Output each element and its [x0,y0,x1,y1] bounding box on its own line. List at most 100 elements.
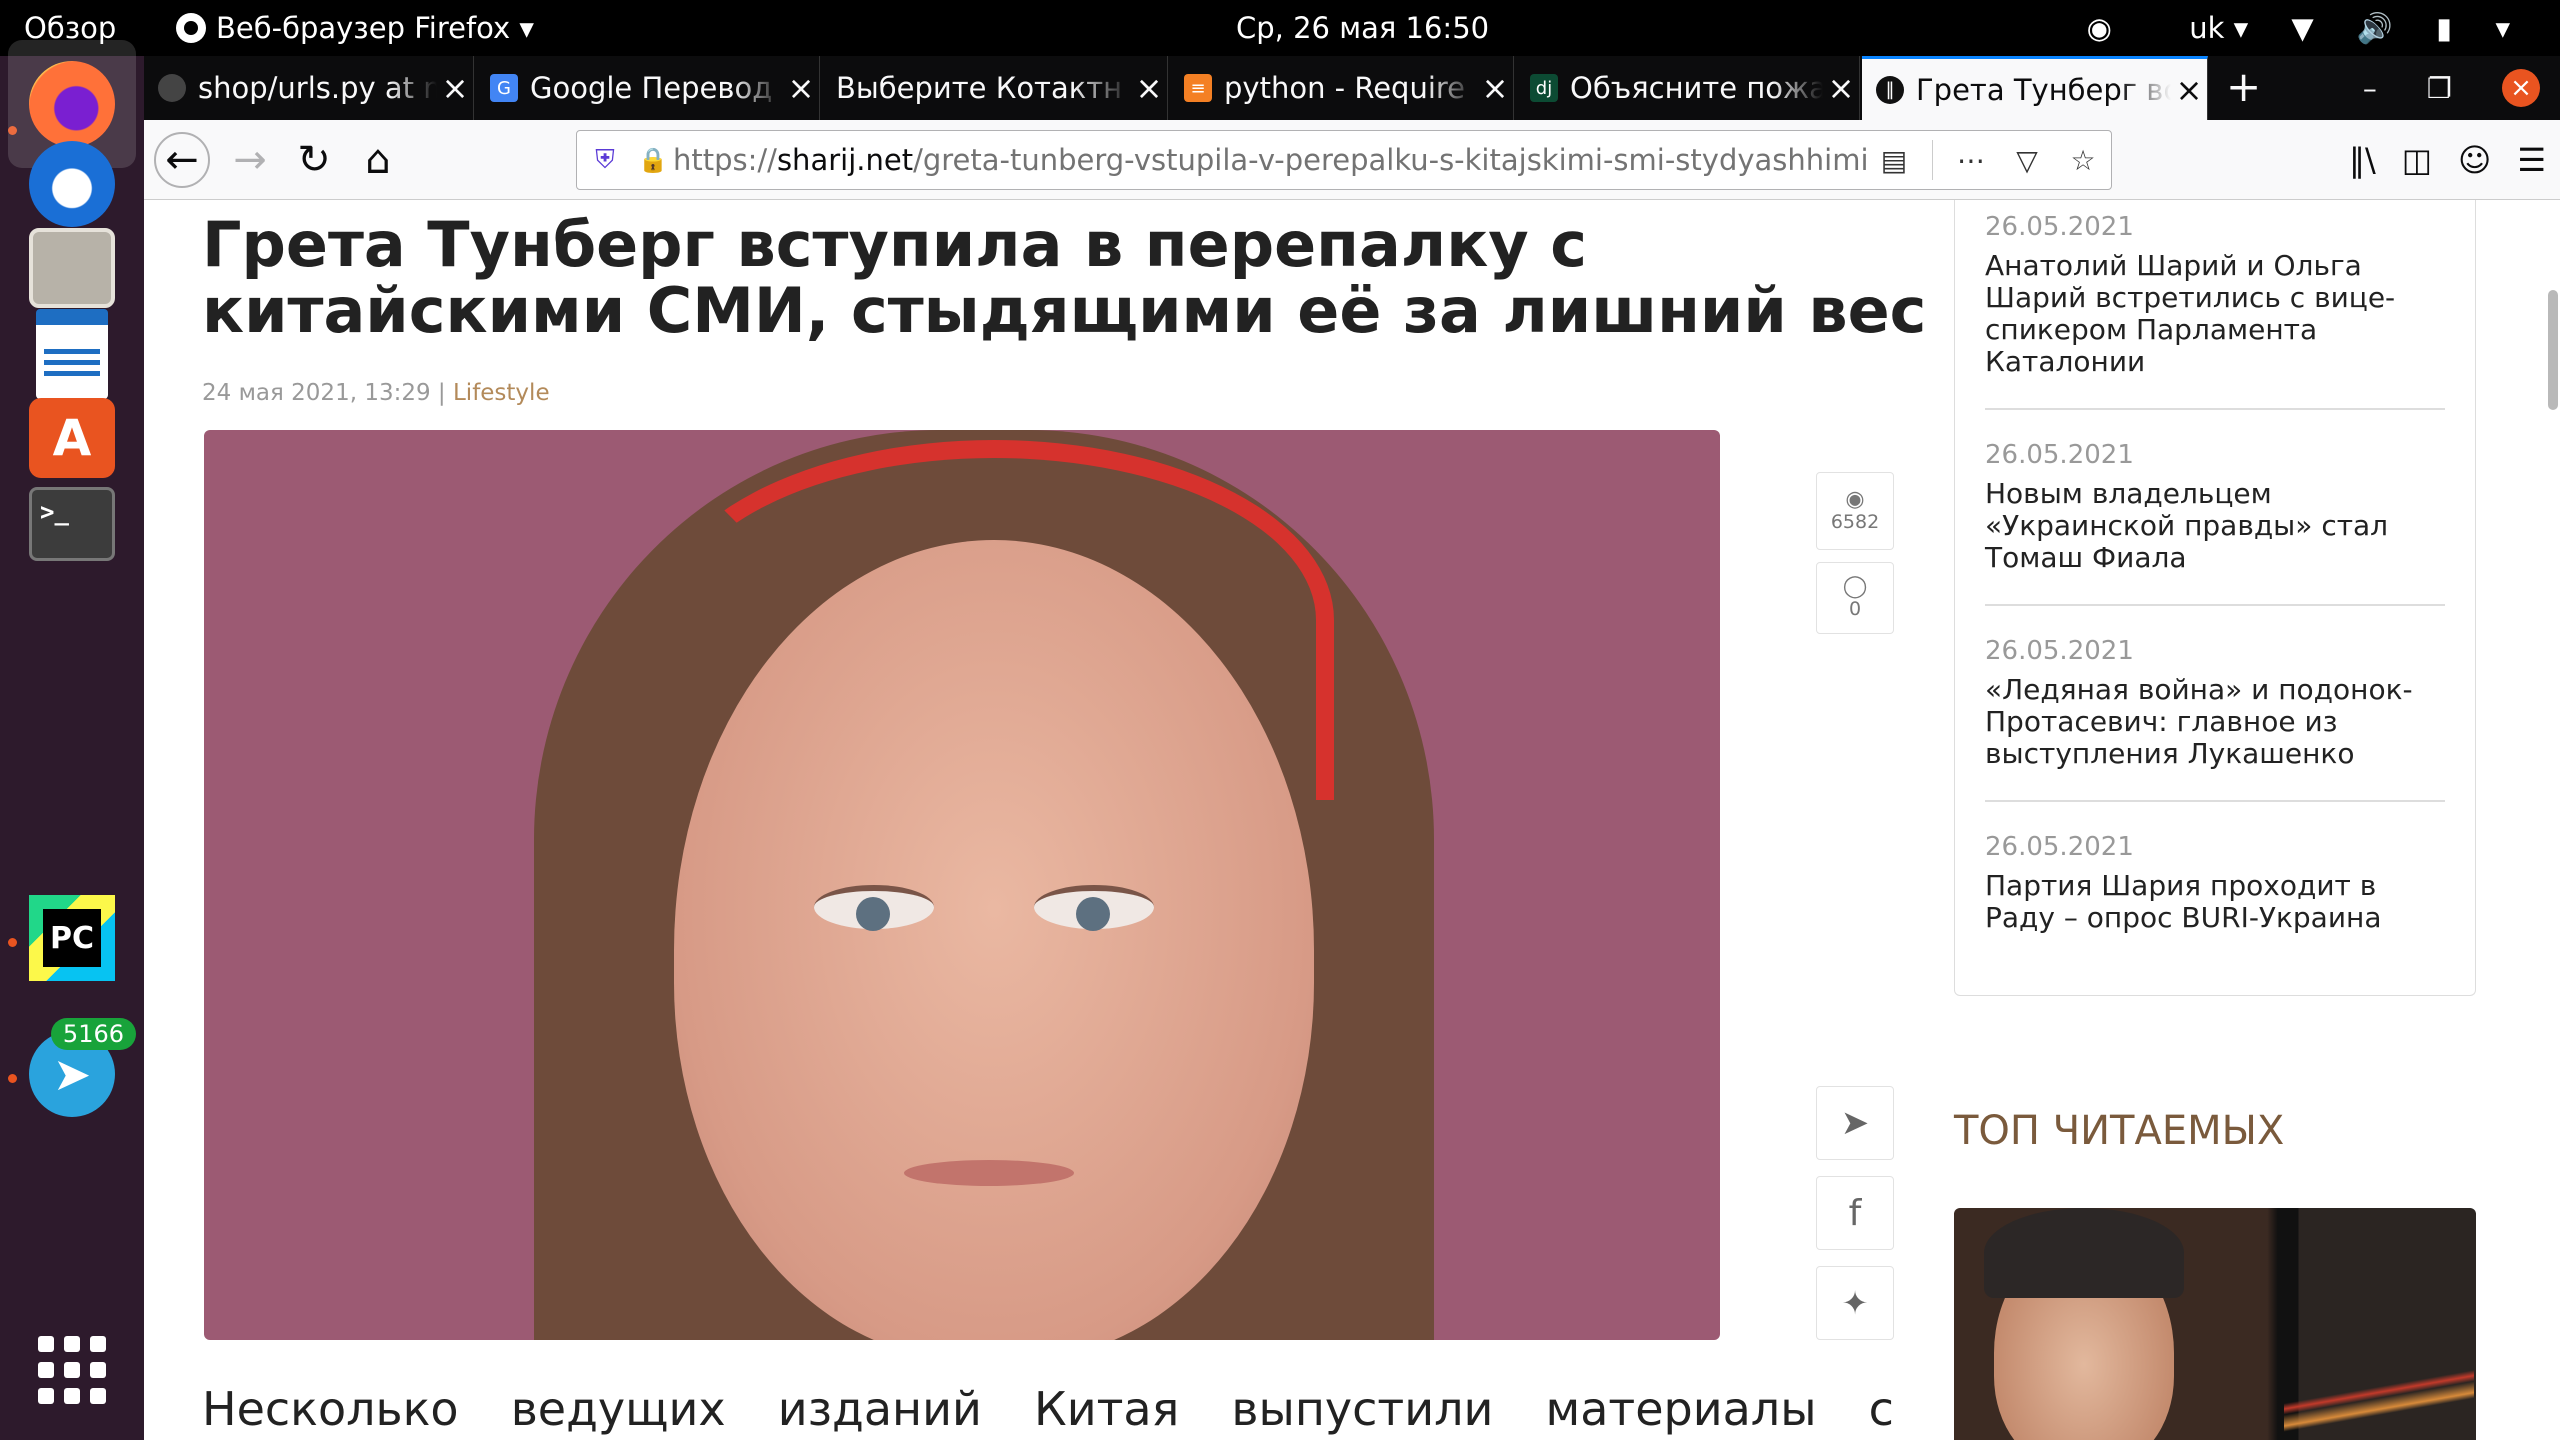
close-tab-icon[interactable]: × [1823,69,1859,107]
comments-counter[interactable]: ◯ 0 [1816,562,1894,634]
top-read-heading: ТОП ЧИТАЕМЫХ [1954,1108,2285,1154]
show-applications-icon[interactable] [38,1336,106,1404]
maximize-icon[interactable]: ❐ [2427,72,2452,105]
wifi-icon[interactable]: ▼ [2291,11,2313,45]
facebook-icon: f [1848,1192,1862,1234]
tab-greta-article[interactable]: ‖ Грета Тунберг вс × [1862,56,2208,120]
files-icon [29,228,115,308]
views-count: 6582 [1830,511,1880,533]
dock-pycharm[interactable]: PC [24,890,120,986]
close-tab-icon[interactable]: × [437,69,473,107]
system-menu-chevron-icon[interactable]: ▾ [2495,11,2510,45]
web-page: Грета Тунберг вступила в перепалку с кит… [144,200,2560,1440]
keyboard-layout-label: uk [2189,11,2225,45]
close-tab-icon[interactable]: × [2171,71,2207,109]
top-read-image[interactable] [1954,1208,2476,1440]
back-button[interactable]: ← [154,132,210,188]
news-title[interactable]: Анатолий Шарий и Ольга Шарий встретились… [1985,250,2445,378]
article-headline: Грета Тунберг вступила в перепалку с кит… [202,208,1927,347]
github-icon [158,74,186,102]
share-telegram-button[interactable]: ➤ [1816,1086,1894,1160]
news-title[interactable]: Новым владельцем «Украинской правды» ста… [1985,478,2445,574]
tab-shop-urls[interactable]: shop/urls.py at m × [144,56,474,120]
menu-icon[interactable]: ☰ [2517,141,2546,179]
page-scrollbar[interactable] [2548,290,2558,410]
dock: A >_ PC ➤ 5166 [0,40,144,1440]
dock-writer[interactable] [24,306,120,402]
app-menu[interactable]: Веб-браузер Firefox ▾ [176,0,534,56]
news-item[interactable]: 26.05.2021 Партия Шария проходит в Раду … [1985,832,2445,934]
minimize-icon[interactable]: – [2363,72,2377,105]
share-twitter-button[interactable]: ✦ [1816,1266,1894,1340]
news-item[interactable]: 26.05.2021 Новым владельцем «Украинской … [1985,440,2445,606]
volume-icon[interactable]: 🔊 [2357,11,2393,45]
close-window-icon[interactable]: × [2502,69,2540,107]
article-lead-paragraph: Несколько ведущих изданий Китая выпустил… [202,1382,1894,1436]
tracking-protection-icon[interactable]: ⛨ [577,145,633,176]
chevron-down-icon: ▾ [519,11,534,45]
writer-icon [36,309,108,399]
article-category-link[interactable]: Lifestyle [453,380,550,406]
article-date: 24 мая 2021, 13:29 [202,380,431,406]
navigation-toolbar: ← → ↻ ⌂ ⛨ 🔒 https://sharij.net/greta-tun… [144,120,2560,200]
news-title[interactable]: «Ледяная война» и подонок-Протасевич: гл… [1985,674,2445,770]
url-scheme: https:// [673,143,777,177]
eye-icon: ◉ [1845,487,1865,512]
url-host: sharij.net [776,143,914,177]
firefox-icon [176,13,206,43]
dock-terminal[interactable]: >_ [24,476,120,572]
forward-button[interactable]: → [222,132,278,188]
home-button[interactable]: ⌂ [350,132,406,188]
url-bar[interactable]: ⛨ 🔒 https://sharij.net/greta-tunberg-vst… [576,130,2112,190]
page-actions-icon[interactable]: ⋯ [1943,144,1999,177]
window-controls: – ❐ × [2363,56,2540,120]
bookmark-star-icon[interactable]: ☆ [2055,144,2111,177]
tab-label: shop/urls.py at m [198,71,437,105]
system-tray[interactable]: ◉ uk ▾ ▼ 🔊 ▮ ▾ [2053,0,2510,56]
news-title[interactable]: Партия Шария проходит в Раду – опрос BUR… [1985,870,2445,934]
close-tab-icon[interactable]: × [1131,69,1167,107]
running-indicator [8,1074,17,1083]
telegram-share-icon: ➤ [1840,1103,1870,1143]
dock-files[interactable] [24,220,120,316]
article-meta: 24 мая 2021, 13:29 | Lifestyle [202,380,550,406]
account-icon[interactable]: ☺ [2458,141,2491,179]
tab-google-translate[interactable]: G Google Перевод × [476,56,820,120]
reload-button[interactable]: ↻ [286,132,342,188]
news-divider [1985,408,2445,410]
tab-explain[interactable]: dj Объясните пожа × [1516,56,1860,120]
library-icon[interactable]: ‖\ [2349,141,2376,179]
new-tab-icon[interactable]: + [2226,62,2261,111]
twitter-icon: ✦ [1841,1284,1869,1322]
sidebar-icon[interactable]: ◫ [2402,141,2432,179]
dock-software-center[interactable]: A [24,390,120,486]
app-menu-label: Веб-браузер Firefox [216,11,511,45]
dock-thunderbird[interactable] [24,136,120,232]
tab-label: Грета Тунберг вс [1916,72,2171,107]
news-item[interactable]: 26.05.2021 «Ледяная война» и подонок-Про… [1985,636,2445,802]
tab-label: Выберите Котактн [836,71,1123,105]
update-icon[interactable]: ◉ [2087,11,2112,45]
close-tab-icon[interactable]: × [783,69,819,107]
lock-icon[interactable]: 🔒 [633,146,673,174]
google-translate-icon: G [490,74,518,102]
comments-count: 0 [1848,598,1862,620]
latest-news-box: 26.05.2021 Анатолий Шарий и Ольга Шарий … [1954,200,2476,996]
notification-badge: 5166 [50,1018,136,1050]
url-text[interactable]: https://sharij.net/greta-tunberg-vstupil… [673,143,1866,177]
stackoverflow-icon: ≡ [1184,74,1212,102]
dock-telegram[interactable]: ➤ 5166 [24,1018,136,1122]
keyboard-layout-indicator[interactable]: uk ▾ [2155,11,2248,45]
clock[interactable]: Ср, 26 мая 16:50 [1236,0,1489,56]
pocket-icon[interactable]: ▽ [1999,144,2055,177]
close-tab-icon[interactable]: × [1477,69,1513,107]
news-divider [1985,604,2445,606]
share-facebook-button[interactable]: f [1816,1176,1894,1250]
battery-icon[interactable]: ▮ [2436,11,2452,45]
tab-python-requirements[interactable]: ≡ python - Require × [1170,56,1514,120]
tab-contacts[interactable]: Выберите Котактн × [822,56,1168,120]
news-item[interactable]: 26.05.2021 Анатолий Шарий и Ольга Шарий … [1985,212,2445,410]
reader-view-icon[interactable]: ▤ [1866,144,1922,177]
news-date: 26.05.2021 [1985,440,2134,470]
django-icon: dj [1530,74,1558,102]
